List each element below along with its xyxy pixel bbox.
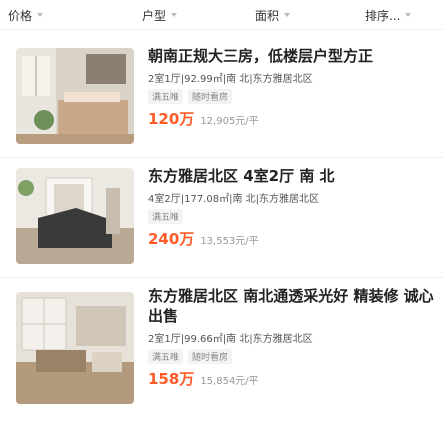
chevron-down-icon bbox=[284, 13, 291, 17]
filter-bar: 价格 户型 面积 排序... bbox=[0, 0, 444, 30]
price-row: 240万 13,553元/平 bbox=[148, 228, 434, 249]
price-row: 158万 15,854元/平 bbox=[148, 368, 434, 389]
listing-title: 东方雅居北区 4室2厅 南 北 bbox=[148, 167, 335, 185]
listing-tag: 满五唯 bbox=[148, 349, 184, 364]
layout-filter-label: 户型 bbox=[142, 8, 167, 23]
listing-item[interactable]: 朝南正规大三房，低楼层户型方正 2室1厅|92.99㎡|南 北|东方雅居北区 满… bbox=[0, 38, 444, 158]
total-price: 240万 bbox=[148, 230, 195, 248]
total-price: 158万 bbox=[148, 370, 195, 388]
listing-tag: 满五唯 bbox=[148, 209, 184, 224]
chevron-down-icon bbox=[37, 13, 44, 17]
sort-filter[interactable]: 排序... bbox=[365, 0, 412, 30]
listing-info: 东方雅居北区 4室2厅 南 北 4室2厅|177.08㎡|南 北|东方雅居北区 … bbox=[148, 166, 434, 249]
layout-filter[interactable]: 户型 bbox=[142, 0, 178, 30]
listing-photo bbox=[16, 48, 134, 144]
listing-info: 朝南正规大三房，低楼层户型方正 2室1厅|92.99㎡|南 北|东方雅居北区 满… bbox=[148, 46, 434, 129]
listing-tags: 满五唯 bbox=[148, 209, 434, 224]
listing-meta: 4室2厅|177.08㎡|南 北|东方雅居北区 bbox=[148, 194, 320, 205]
price-row: 120万 12,905元/平 bbox=[148, 108, 434, 129]
price-filter-label: 价格 bbox=[8, 8, 33, 23]
listing-tags: 满五唯 随时看房 bbox=[148, 349, 434, 364]
price-filter[interactable]: 价格 bbox=[8, 0, 44, 30]
unit-price: 12,905元/平 bbox=[200, 116, 259, 127]
chevron-down-icon bbox=[171, 13, 178, 17]
listing-tag: 满五唯 bbox=[148, 89, 184, 104]
listing-tag: 随时看房 bbox=[188, 349, 233, 364]
chevron-down-icon bbox=[405, 13, 412, 17]
area-filter-label: 面积 bbox=[255, 8, 280, 23]
sort-filter-label: 排序... bbox=[365, 8, 401, 23]
listing-title: 东方雅居北区 南北通透采光好 精装修 诚心出售 bbox=[148, 287, 434, 325]
listing-title: 朝南正规大三房，低楼层户型方正 bbox=[148, 47, 374, 65]
listing-info: 东方雅居北区 南北通透采光好 精装修 诚心出售 2室1厅|99.66㎡|南 北|… bbox=[148, 286, 434, 389]
listing-tag: 随时看房 bbox=[188, 89, 233, 104]
listing-meta: 2室1厅|99.66㎡|南 北|东方雅居北区 bbox=[148, 334, 313, 345]
listing-photo bbox=[16, 292, 134, 404]
listing-meta: 2室1厅|92.99㎡|南 北|东方雅居北区 bbox=[148, 74, 313, 85]
listing-item[interactable]: 东方雅居北区 4室2厅 南 北 4室2厅|177.08㎡|南 北|东方雅居北区 … bbox=[0, 158, 444, 278]
listing-tags: 满五唯 随时看房 bbox=[148, 89, 434, 104]
unit-price: 15,854元/平 bbox=[200, 376, 259, 387]
unit-price: 13,553元/平 bbox=[200, 236, 259, 247]
listing-photo bbox=[16, 168, 134, 264]
area-filter[interactable]: 面积 bbox=[255, 0, 291, 30]
listing-item[interactable]: 东方雅居北区 南北通透采光好 精装修 诚心出售 2室1厅|99.66㎡|南 北|… bbox=[0, 278, 444, 428]
total-price: 120万 bbox=[148, 110, 195, 128]
